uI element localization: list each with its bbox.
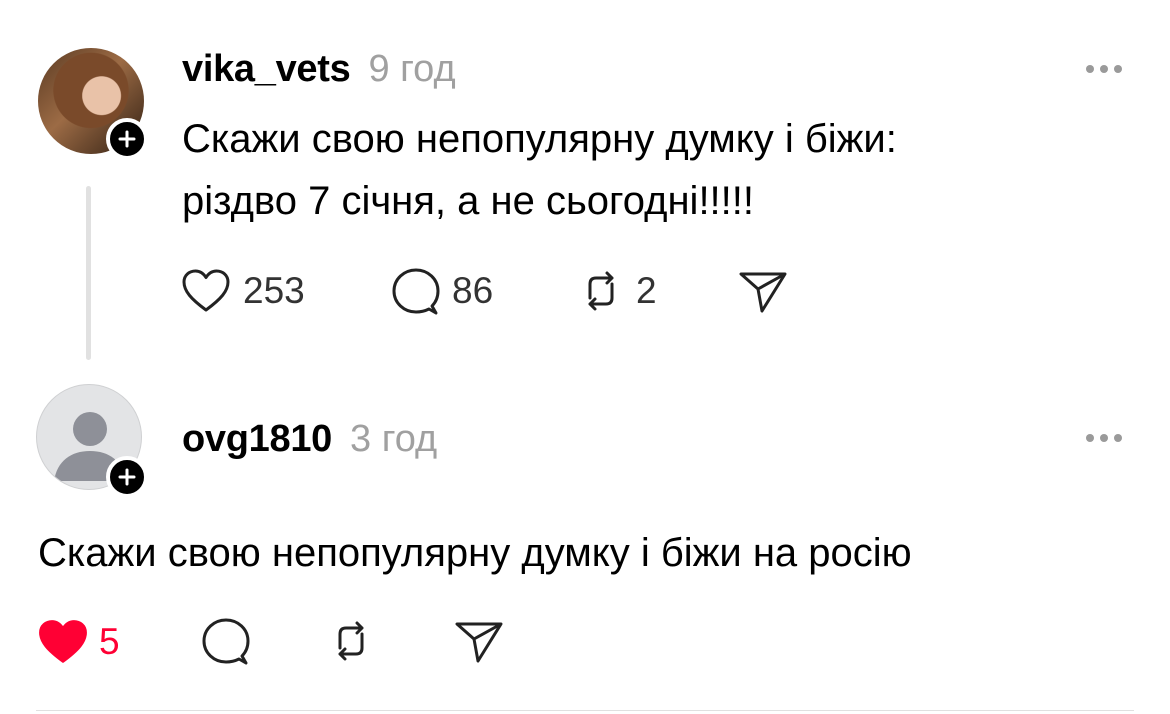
divider — [36, 710, 1134, 711]
comment-icon — [392, 268, 440, 315]
timestamp: 9 год — [368, 48, 456, 90]
repost-button[interactable]: 2 — [578, 268, 657, 314]
post-text: Скажи свою непопулярну думку і біжи: різ… — [182, 117, 897, 223]
follow-button[interactable] — [106, 118, 148, 160]
heart-icon — [182, 269, 230, 312]
repost-count: 2 — [636, 270, 657, 311]
comment-button[interactable]: 86 — [392, 266, 493, 316]
share-button[interactable] — [454, 620, 504, 664]
repost-icon — [338, 621, 364, 661]
share-icon — [739, 272, 787, 313]
timestamp: 3 год — [350, 418, 438, 460]
post-text: Скажи свою непопулярну думку і біжи на р… — [38, 531, 912, 575]
more-options-button[interactable] — [1086, 434, 1122, 442]
more-icon — [1086, 434, 1094, 442]
share-button[interactable] — [738, 270, 788, 314]
plus-icon — [118, 130, 136, 148]
username[interactable]: ovg1810 — [182, 418, 332, 461]
share-icon — [455, 622, 503, 663]
repost-icon — [588, 271, 614, 311]
more-options-button[interactable] — [1086, 65, 1122, 73]
comment-button[interactable] — [202, 616, 250, 666]
thread-line — [86, 186, 91, 360]
heart-icon — [39, 620, 87, 663]
repost-button[interactable] — [328, 618, 374, 664]
plus-icon — [118, 468, 136, 486]
follow-button[interactable] — [106, 456, 148, 498]
like-count: 5 — [99, 621, 120, 662]
more-icon — [1086, 65, 1094, 73]
comment-count: 86 — [452, 270, 494, 311]
comment-icon — [202, 618, 250, 665]
like-count: 253 — [243, 270, 305, 311]
like-button[interactable]: 5 — [37, 618, 120, 666]
username[interactable]: vika_vets — [182, 48, 351, 91]
like-button[interactable]: 253 — [181, 268, 305, 314]
